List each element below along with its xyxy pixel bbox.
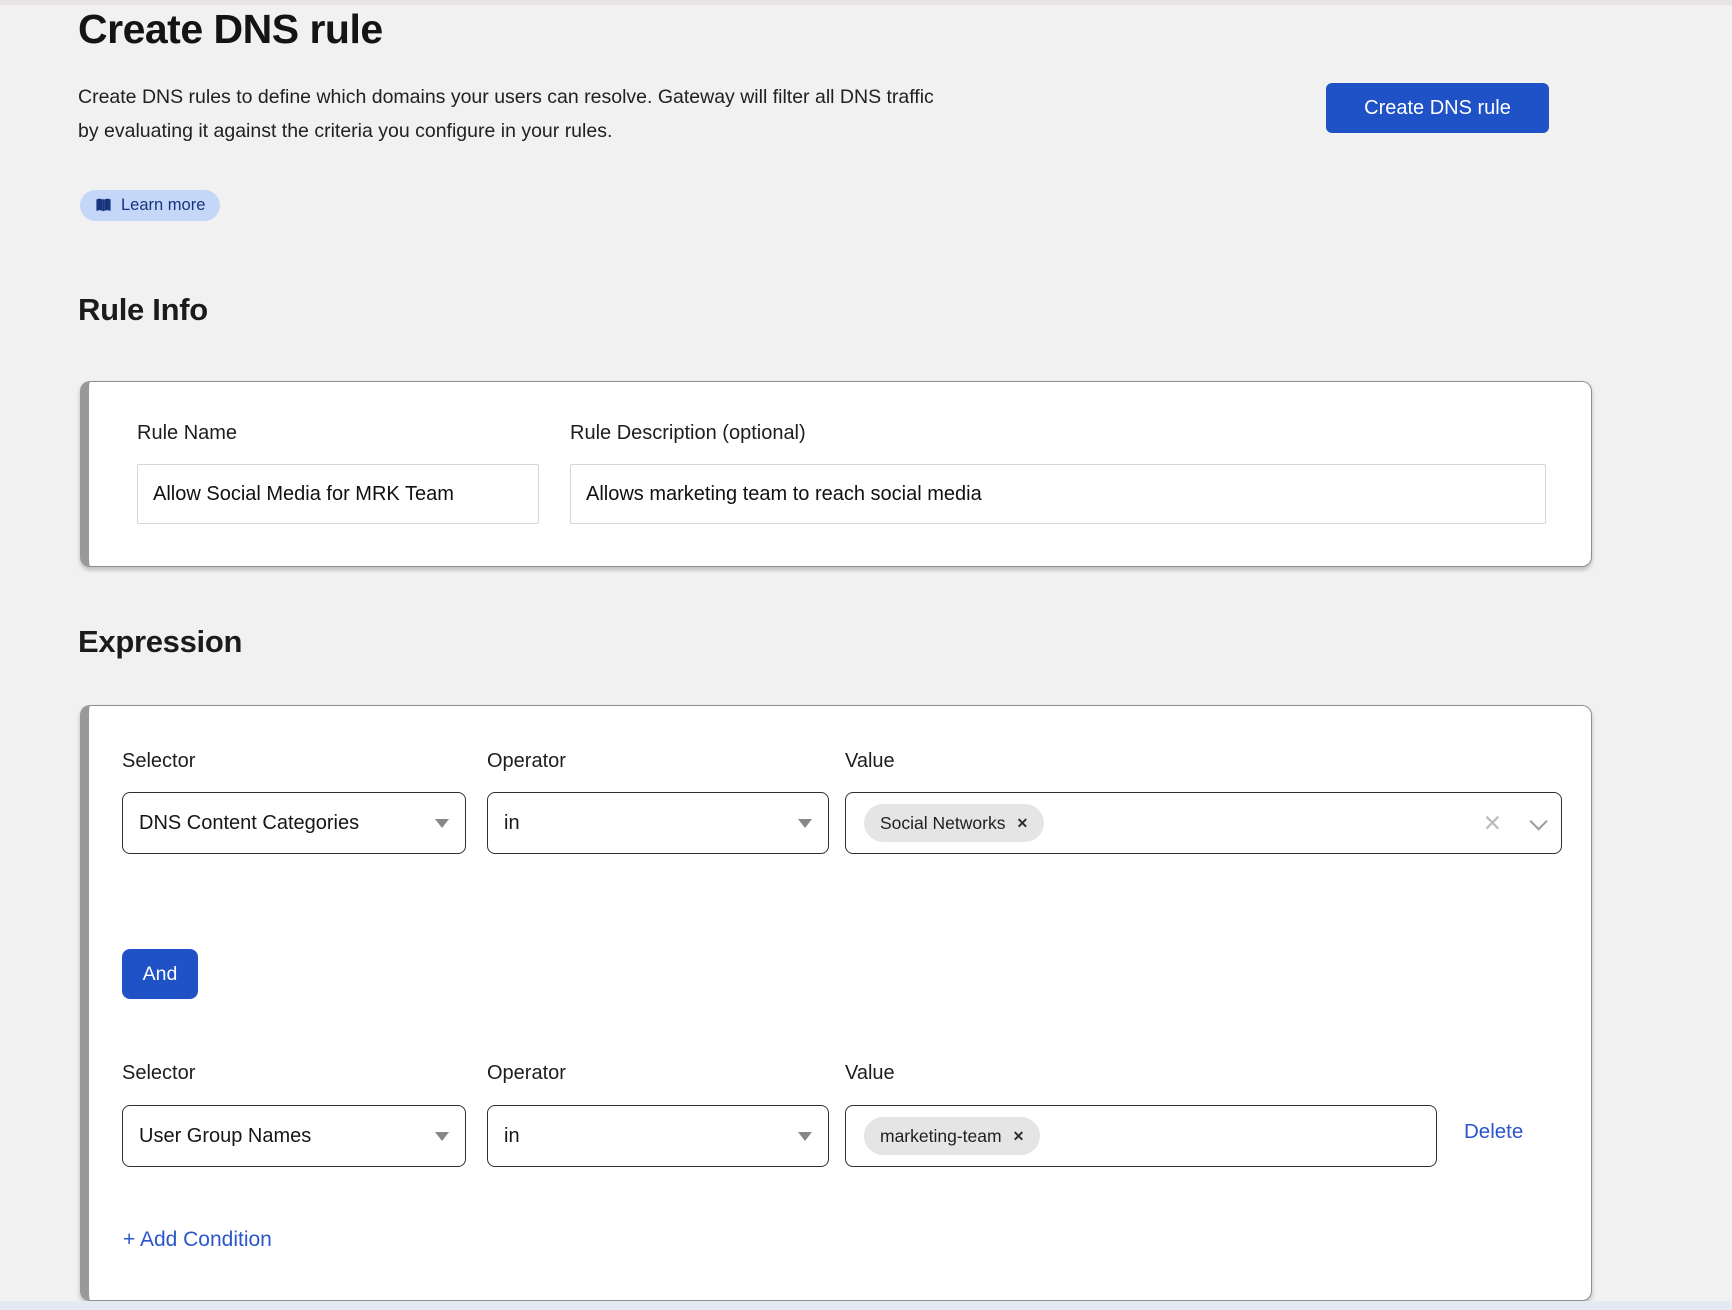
rule-info-card: Rule Name Rule Description (optional) bbox=[80, 381, 1592, 567]
create-dns-rule-button[interactable]: Create DNS rule bbox=[1326, 83, 1549, 133]
selector-label-row2: Selector bbox=[122, 1062, 195, 1085]
learn-more-label: Learn more bbox=[121, 196, 205, 215]
operator-label-row2: Operator bbox=[487, 1062, 566, 1085]
value-tag: marketing-team ✕ bbox=[864, 1117, 1040, 1155]
and-button[interactable]: And bbox=[122, 949, 198, 999]
rule-description-label: Rule Description (optional) bbox=[570, 422, 806, 445]
caret-down-icon bbox=[435, 1132, 449, 1141]
value-label-row1: Value bbox=[845, 750, 895, 773]
expression-heading: Expression bbox=[78, 624, 242, 660]
rule-info-heading: Rule Info bbox=[78, 292, 208, 328]
remove-tag-icon[interactable]: ✕ bbox=[1016, 815, 1028, 832]
caret-down-icon bbox=[435, 819, 449, 828]
selector-label-row1: Selector bbox=[122, 750, 195, 773]
caret-down-icon bbox=[798, 1132, 812, 1141]
operator-dropdown-row1-value: in bbox=[504, 812, 520, 835]
operator-dropdown-row2-value: in bbox=[504, 1125, 520, 1148]
value-multiselect-row1[interactable]: Social Networks ✕ ✕ bbox=[845, 792, 1562, 854]
operator-dropdown-row1[interactable]: in bbox=[487, 792, 829, 854]
caret-down-icon bbox=[798, 819, 812, 828]
expression-card: Selector Operator Value DNS Content Cate… bbox=[80, 705, 1592, 1301]
window-top-strip bbox=[0, 0, 1732, 5]
value-tag-label: Social Networks bbox=[880, 813, 1005, 834]
book-icon bbox=[95, 198, 112, 213]
chevron-down-icon[interactable] bbox=[1529, 812, 1547, 830]
delete-condition-link[interactable]: Delete bbox=[1464, 1120, 1523, 1144]
rule-description-input[interactable] bbox=[570, 464, 1546, 524]
page-description-line-1: Create DNS rules to define which domains… bbox=[78, 80, 998, 114]
add-condition-link[interactable]: + Add Condition bbox=[123, 1228, 272, 1252]
value-tag: Social Networks ✕ bbox=[864, 804, 1044, 842]
value-multiselect-row2[interactable]: marketing-team ✕ bbox=[845, 1105, 1437, 1167]
page-title: Create DNS rule bbox=[78, 6, 383, 53]
rule-name-label: Rule Name bbox=[137, 422, 237, 445]
clear-icon[interactable]: ✕ bbox=[1483, 812, 1502, 835]
operator-dropdown-row2[interactable]: in bbox=[487, 1105, 829, 1167]
selector-dropdown-row2[interactable]: User Group Names bbox=[122, 1105, 466, 1167]
rule-name-input[interactable] bbox=[137, 464, 539, 524]
selector-dropdown-row2-value: User Group Names bbox=[139, 1125, 311, 1148]
page-bottom-strip bbox=[0, 1301, 1732, 1310]
learn-more-link[interactable]: Learn more bbox=[80, 190, 220, 221]
page-description: Create DNS rules to define which domains… bbox=[78, 80, 998, 148]
value-label-row2: Value bbox=[845, 1062, 895, 1085]
operator-label-row1: Operator bbox=[487, 750, 566, 773]
selector-dropdown-row1[interactable]: DNS Content Categories bbox=[122, 792, 466, 854]
remove-tag-icon[interactable]: ✕ bbox=[1013, 1128, 1025, 1145]
value-tag-label: marketing-team bbox=[880, 1126, 1002, 1147]
page-description-line-2: by evaluating it against the criteria yo… bbox=[78, 114, 998, 148]
selector-dropdown-row1-value: DNS Content Categories bbox=[139, 812, 359, 835]
